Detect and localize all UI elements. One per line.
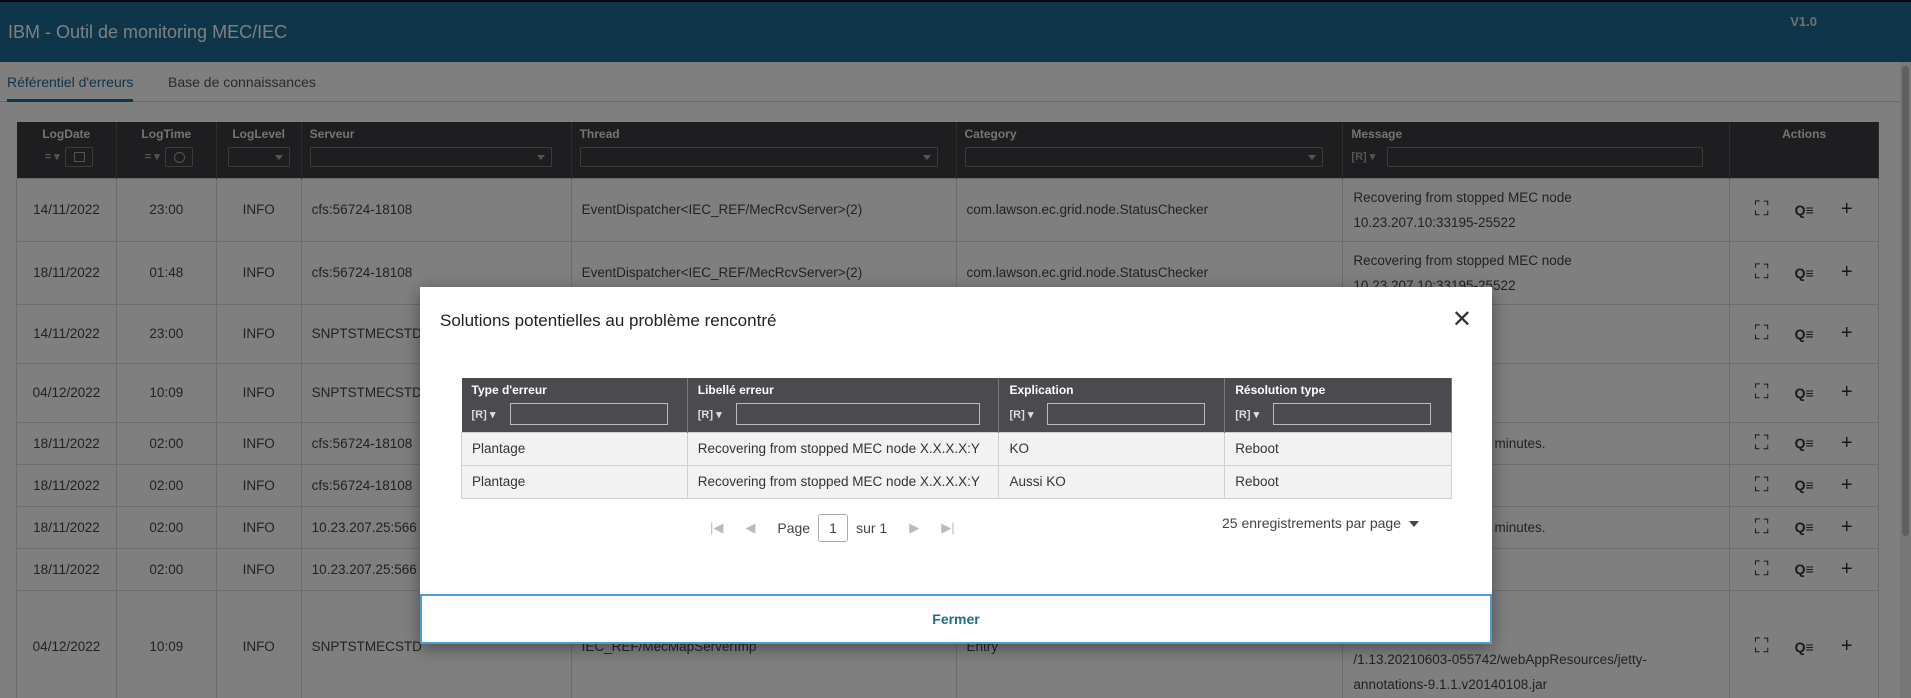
regex-filter-operator[interactable]: [R] ▾ xyxy=(698,408,736,421)
cell-libelle: Recovering from stopped MEC node X.X.X.X… xyxy=(686,431,1000,466)
regex-filter-operator[interactable]: [R] ▾ xyxy=(1235,408,1273,421)
col-explication[interactable]: Explication [R] ▾ xyxy=(998,378,1226,432)
modal-title: Solutions potentielles au problème renco… xyxy=(440,311,777,330)
regex-operator-label: [R] xyxy=(471,408,487,421)
cell-explication: KO xyxy=(998,431,1226,466)
col-type-erreur-label: Type d'erreur xyxy=(471,383,547,397)
regex-operator-label: [R] xyxy=(1009,408,1025,421)
page-label: Page xyxy=(777,520,811,536)
solutions-table: Type d'erreur [R] ▾ Libellé erreur [R] ▾ E… xyxy=(461,378,1452,499)
regex-operator-label: [R] xyxy=(1235,408,1251,421)
per-page-label: 25 enregistrements par page xyxy=(1222,515,1401,531)
prev-page-icon[interactable]: ◀ xyxy=(745,520,755,536)
col-type-erreur[interactable]: Type d'erreur [R] ▾ xyxy=(461,378,688,432)
table-row[interactable]: Plantage Recovering from stopped MEC nod… xyxy=(461,431,1452,466)
col-libelle-erreur-label: Libellé erreur xyxy=(697,383,774,397)
next-page-icon[interactable]: ▶ xyxy=(909,520,919,536)
explication-filter-input[interactable] xyxy=(1047,403,1206,425)
solutions-modal: Solutions potentielles au problème renco… xyxy=(420,287,1492,644)
cell-libelle: Recovering from stopped MEC node X.X.X.X… xyxy=(686,464,1000,499)
fermer-button[interactable]: Fermer xyxy=(420,594,1492,644)
col-resolution-type-label: Résolution type xyxy=(1235,383,1326,397)
cell-resolution: Reboot xyxy=(1224,431,1452,466)
cell-type: Plantage xyxy=(461,431,688,466)
first-page-icon[interactable]: |◀ xyxy=(710,520,723,536)
col-libelle-erreur[interactable]: Libellé erreur [R] ▾ xyxy=(687,378,1000,432)
resolution-type-filter-input[interactable] xyxy=(1273,403,1432,425)
per-page-select[interactable]: 25 enregistrements par page xyxy=(1222,515,1419,531)
col-resolution-type[interactable]: Résolution type [R] ▾ xyxy=(1224,378,1452,432)
close-icon[interactable]: ✕ xyxy=(1452,305,1472,334)
regex-operator-label: [R] xyxy=(697,408,714,421)
regex-filter-operator[interactable]: [R] ▾ xyxy=(1009,408,1047,421)
cell-resolution: Reboot xyxy=(1224,464,1452,499)
cell-explication: Aussi KO xyxy=(998,464,1226,499)
page-total-label: sur 1 xyxy=(856,520,888,536)
col-explication-label: Explication xyxy=(1009,383,1074,397)
chevron-down-icon xyxy=(1409,521,1419,528)
type-erreur-filter-input[interactable] xyxy=(509,403,668,425)
pagination: |◀ ◀ Page 1 sur 1 ▶ ▶| xyxy=(710,514,977,542)
page-number-input[interactable]: 1 xyxy=(818,514,849,542)
last-page-icon[interactable]: ▶| xyxy=(941,520,954,536)
regex-filter-operator[interactable]: [R] ▾ xyxy=(472,408,510,421)
libelle-erreur-filter-input[interactable] xyxy=(735,403,980,425)
table-row[interactable]: Plantage Recovering from stopped MEC nod… xyxy=(461,464,1452,499)
cell-type: Plantage xyxy=(461,464,688,499)
